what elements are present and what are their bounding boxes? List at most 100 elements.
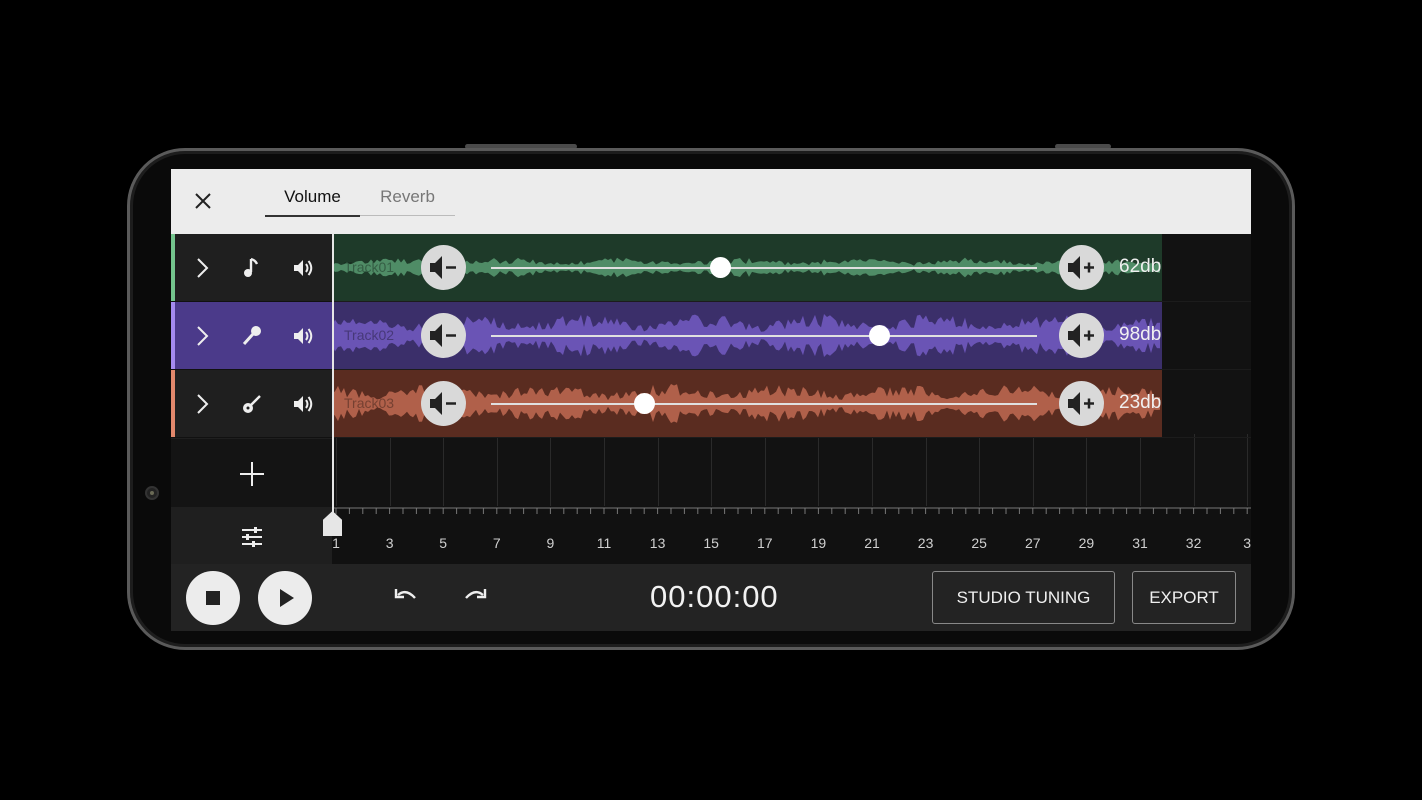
grid-line [550, 434, 552, 509]
transport-bar: 00:00:00 STUDIO TUNING EXPORT [171, 564, 1251, 631]
track-name: Track03 [344, 395, 395, 411]
ruler-label: 32 [1185, 535, 1202, 551]
track-color-bar [171, 302, 175, 369]
ruler-label: 11 [596, 535, 612, 551]
ruler-label: 5 [439, 535, 448, 551]
ruler-label: 21 [864, 535, 880, 551]
ruler-label: 29 [1078, 535, 1095, 551]
volume-db-label: 98db [1119, 324, 1162, 345]
track-lane: Track03 23db [332, 370, 1251, 438]
volume-slider-track[interactable] [491, 403, 1037, 405]
ruler-label: 15 [703, 535, 719, 551]
grid-line [764, 434, 766, 509]
redo-icon[interactable] [462, 585, 488, 609]
microphone-icon[interactable] [240, 324, 264, 348]
studio-tuning-button[interactable]: STUDIO TUNING [932, 571, 1115, 624]
grid-line [1140, 434, 1141, 509]
ruler-label: 27 [1025, 535, 1041, 551]
sliders-icon [242, 527, 262, 547]
volume-slider-track[interactable] [491, 267, 1037, 269]
track-control-row [171, 234, 332, 302]
ruler-label: 3 [1243, 535, 1251, 551]
volume-down-icon [430, 256, 456, 279]
volume-up-icon [1068, 256, 1094, 279]
tab-volume[interactable]: Volume [265, 187, 360, 217]
export-button[interactable]: EXPORT [1132, 571, 1236, 624]
undo-icon[interactable] [393, 585, 419, 609]
track-color-bar [171, 234, 175, 301]
track-control-row [171, 370, 332, 438]
guitar-icon[interactable] [240, 392, 264, 416]
grid-line [818, 434, 820, 509]
add-track-button[interactable] [171, 439, 332, 507]
ruler-label: 3 [385, 535, 394, 551]
grid-line [979, 434, 981, 509]
volume-down-button[interactable] [421, 381, 466, 426]
ruler-label: 23 [917, 535, 934, 551]
ruler-label: 1 [332, 535, 340, 551]
ruler-label: 31 [1132, 535, 1148, 551]
grid-line [657, 434, 659, 509]
volume-down-button[interactable] [421, 245, 466, 290]
speaker-icon[interactable] [291, 324, 315, 348]
track-lane: Track01 62db [332, 234, 1251, 302]
track-name: Track02 [344, 327, 395, 343]
tab-reverb[interactable]: Reverb [360, 187, 455, 216]
speaker-icon[interactable] [291, 392, 315, 416]
play-button[interactable] [258, 571, 312, 625]
volume-up-icon [1068, 392, 1094, 415]
track-lane: Track02 98db [332, 302, 1251, 370]
volume-down-icon [430, 324, 456, 347]
mixer-settings-button[interactable] [171, 509, 332, 564]
track-color-bar [171, 370, 175, 437]
volume-up-button[interactable] [1059, 313, 1104, 358]
grid-line [925, 434, 927, 509]
volume-down-icon [430, 392, 456, 415]
close-icon[interactable] [193, 191, 213, 211]
chevron-right-icon[interactable] [190, 324, 214, 348]
volume-up-icon [1068, 324, 1094, 347]
grid-line [336, 434, 337, 509]
volume-slider-knob[interactable] [633, 393, 655, 414]
grid-line [711, 434, 713, 509]
volume-up-button[interactable] [1059, 245, 1104, 290]
grid-line [443, 434, 445, 509]
top-bar: Volume Reverb [171, 169, 1251, 234]
ruler-label: 19 [810, 535, 827, 551]
music-note-icon[interactable] [240, 256, 264, 280]
grid-line [1193, 434, 1195, 509]
volume-slider-track[interactable] [491, 335, 1037, 337]
ruler-label: 7 [492, 535, 501, 551]
grid-line [496, 434, 498, 509]
volume-db-label: 62db [1119, 256, 1162, 277]
stop-button[interactable] [186, 571, 240, 625]
ruler-label: 13 [649, 535, 666, 551]
front-camera [145, 486, 159, 500]
grid-line [389, 434, 391, 509]
chevron-right-icon[interactable] [190, 392, 214, 416]
track-name: Track01 [344, 259, 395, 275]
grid-line [1247, 434, 1249, 509]
grid-line [604, 434, 605, 509]
grid-line [872, 434, 873, 509]
speaker-icon[interactable] [291, 256, 315, 280]
ruler-label: 17 [757, 535, 773, 551]
plus-icon [240, 462, 264, 486]
time-display: 00:00:00 [650, 579, 779, 614]
timeline-ruler[interactable]: 1 3 5 7 9 11 13 15 17 19 21 23 25 27 29 31 32 3 [332, 506, 1251, 563]
volume-slider-knob[interactable] [868, 325, 890, 346]
chevron-right-icon[interactable] [190, 256, 214, 280]
grid-line [1086, 434, 1088, 509]
ruler-label: 9 [546, 535, 555, 551]
volume-down-button[interactable] [421, 313, 466, 358]
play-icon [280, 589, 294, 607]
track-control-row [171, 302, 332, 370]
ruler-ticks [332, 507, 1251, 514]
playhead-line [332, 234, 334, 522]
volume-db-label: 23db [1119, 392, 1162, 413]
timeline-area: Track01 62db Track02 98db Track03 23db 1… [332, 234, 1251, 563]
grid-line [1032, 434, 1034, 509]
volume-up-button[interactable] [1059, 381, 1104, 426]
stop-icon [206, 591, 220, 605]
ruler-label: 25 [971, 535, 987, 551]
